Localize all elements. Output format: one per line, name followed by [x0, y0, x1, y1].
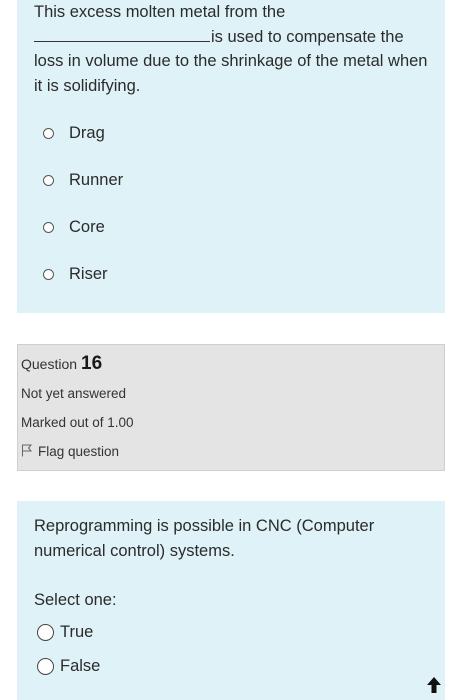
- question-15-text: This excess molten metal from the is use…: [34, 0, 434, 98]
- question-label: Question: [21, 356, 78, 372]
- arrow-up-icon: [426, 676, 442, 699]
- answer-option-label: Riser: [69, 264, 108, 283]
- answer-option-label: Drag: [69, 123, 105, 142]
- question-16-content: Reprogramming is possible in CNC (Comput…: [17, 501, 445, 700]
- answer-option-label: Core: [69, 217, 105, 236]
- question-16-text: Reprogramming is possible in CNC (Comput…: [34, 517, 375, 560]
- radio-button[interactable]: [43, 127, 54, 139]
- question-number-value: 16: [81, 353, 103, 374]
- select-one-prompt: Select one:: [34, 591, 117, 609]
- flag-question-label: Flag question: [38, 444, 120, 459]
- radio-button[interactable]: [43, 268, 54, 280]
- question-15-content: This excess molten metal from the is use…: [17, 0, 445, 313]
- answer-status: Not yet answered: [21, 386, 127, 401]
- answer-option-true[interactable]: True: [37, 620, 93, 644]
- answer-option-label: Runner: [69, 170, 124, 189]
- answer-option-core[interactable]: Core: [43, 215, 105, 239]
- answer-option-label: True: [60, 622, 94, 641]
- answer-option-drag[interactable]: Drag: [43, 121, 105, 145]
- fill-in-blank: [34, 25, 210, 42]
- question-15-text-line1: This excess molten metal from the: [34, 3, 286, 21]
- flag-question-link[interactable]: Flag question: [21, 444, 119, 460]
- answer-option-label: False: [60, 656, 101, 675]
- question-number: Question 16: [21, 353, 102, 375]
- answer-option-riser[interactable]: Riser: [43, 262, 108, 286]
- radio-button[interactable]: [37, 623, 54, 641]
- radio-button[interactable]: [43, 174, 54, 186]
- answer-option-runner[interactable]: Runner: [43, 168, 123, 192]
- marks-info: Marked out of 1.00: [21, 415, 134, 430]
- radio-button[interactable]: [37, 657, 54, 675]
- answer-option-false[interactable]: False: [37, 654, 100, 678]
- question-16-info-panel: Question 16 Not yet answered Marked out o…: [17, 344, 445, 471]
- flag-outline-icon: [21, 444, 33, 460]
- radio-button[interactable]: [43, 221, 54, 233]
- scroll-to-top-button[interactable]: [419, 674, 449, 700]
